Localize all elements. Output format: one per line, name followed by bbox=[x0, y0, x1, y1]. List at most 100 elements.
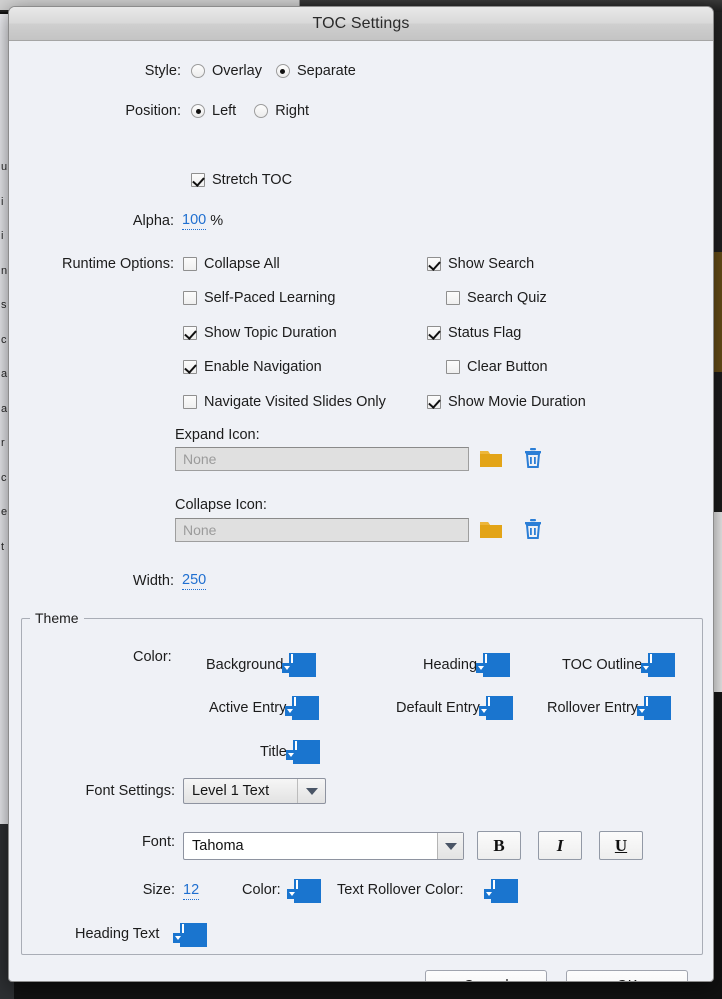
checkbox-label: Collapse All bbox=[204, 256, 280, 272]
color-swatch-heading-text[interactable] bbox=[173, 923, 207, 947]
collapse-icon-field[interactable]: None bbox=[175, 518, 469, 542]
checkbox-clear-button[interactable]: Clear Button bbox=[446, 359, 548, 375]
ok-button-label: OK bbox=[617, 978, 638, 981]
cancel-button[interactable]: Cancel bbox=[425, 970, 547, 981]
bold-button[interactable]: B bbox=[477, 831, 521, 860]
radio-position-left[interactable]: Left bbox=[191, 103, 236, 119]
width-row: Width: 250 bbox=[9, 572, 713, 590]
chevron-down-icon bbox=[437, 833, 463, 859]
chevron-down-icon bbox=[484, 889, 495, 899]
dialog-titlebar[interactable]: TOC Settings bbox=[9, 7, 713, 41]
swatch-label: Title bbox=[260, 744, 287, 760]
width-value[interactable]: 250 bbox=[182, 572, 207, 590]
swatch-inner bbox=[282, 654, 294, 673]
toc-settings-dialog: TOC Settings Style: Overlay Separate Pos… bbox=[8, 6, 714, 982]
style-label: Style: bbox=[144, 63, 181, 79]
underline-button[interactable]: U bbox=[599, 831, 643, 860]
folder-icon[interactable] bbox=[479, 448, 503, 470]
font-select[interactable]: Tahoma bbox=[183, 832, 464, 860]
text-rollover-color-label: Text Rollover Color: bbox=[337, 882, 464, 898]
font-settings-select[interactable]: Level 1 Text bbox=[183, 778, 326, 804]
swatch-label: Active Entry bbox=[209, 700, 287, 716]
swatch-inner bbox=[641, 654, 653, 673]
checkbox-label: Self-Paced Learning bbox=[204, 290, 336, 306]
radio-indicator bbox=[191, 64, 205, 78]
radio-style-overlay[interactable]: Overlay bbox=[191, 63, 262, 79]
color-swatch-background[interactable] bbox=[282, 653, 317, 677]
font-settings-label: Font Settings: bbox=[85, 783, 175, 799]
checkbox-indicator bbox=[427, 257, 441, 271]
checkbox-label: Enable Navigation bbox=[204, 359, 322, 375]
chevron-down-icon bbox=[285, 750, 297, 760]
radio-indicator bbox=[254, 104, 269, 118]
color-swatch-text-color[interactable] bbox=[287, 879, 321, 903]
checkbox-show-topic-duration[interactable]: Show Topic Duration bbox=[183, 325, 337, 341]
color-swatch-title[interactable] bbox=[285, 740, 320, 764]
checkbox-indicator bbox=[427, 326, 441, 340]
expand-icon-field[interactable]: None bbox=[175, 447, 469, 471]
checkbox-stretch-toc[interactable]: Stretch TOC bbox=[191, 172, 292, 188]
trash-icon[interactable] bbox=[523, 447, 543, 469]
checkbox-collapse-all[interactable]: Collapse All bbox=[183, 256, 280, 272]
alpha-value[interactable]: 100 bbox=[182, 212, 207, 230]
swatch-label: Rollover Entry bbox=[547, 700, 639, 716]
swatch-inner bbox=[637, 697, 649, 716]
position-label: Position: bbox=[125, 103, 181, 119]
color-swatch-rollover-entry[interactable] bbox=[637, 696, 672, 720]
radio-style-separate[interactable]: Separate bbox=[275, 63, 356, 79]
radio-label: Left bbox=[212, 103, 237, 119]
color-swatch-text-rollover[interactable] bbox=[484, 879, 518, 903]
collapse-icon-label: Collapse Icon: bbox=[175, 497, 267, 513]
size-value[interactable]: 12 bbox=[183, 882, 200, 900]
color-swatch-active-entry[interactable] bbox=[285, 696, 320, 720]
chevron-down-icon bbox=[476, 663, 488, 673]
swatch-group-toc-outline: TOC Outline bbox=[562, 653, 676, 677]
italic-button[interactable]: I bbox=[538, 831, 582, 860]
checkbox-show-movie-duration[interactable]: Show Movie Duration bbox=[427, 394, 586, 410]
swatch-group-title: Title bbox=[260, 740, 320, 764]
bold-button-label: B bbox=[493, 835, 505, 855]
checkbox-status-flag[interactable]: Status Flag bbox=[427, 325, 521, 341]
radio-position-right[interactable]: Right bbox=[254, 103, 309, 119]
checkbox-label: Stretch TOC bbox=[212, 172, 293, 188]
chevron-down-icon bbox=[297, 779, 325, 803]
checkbox-indicator bbox=[183, 257, 197, 271]
color-swatch-heading[interactable] bbox=[476, 653, 511, 677]
swatch-inner bbox=[484, 880, 495, 899]
checkbox-show-search[interactable]: Show Search bbox=[427, 256, 534, 272]
radio-indicator bbox=[191, 104, 205, 118]
radio-label: Overlay bbox=[212, 63, 262, 79]
dialog-title: TOC Settings bbox=[312, 14, 410, 32]
text-color-label: Color: bbox=[242, 882, 281, 898]
trash-icon[interactable] bbox=[523, 518, 543, 540]
color-swatch-default-entry[interactable] bbox=[478, 696, 513, 720]
chevron-down-icon bbox=[285, 706, 297, 716]
alpha-label: Alpha: bbox=[132, 213, 174, 229]
swatch-label: Default Entry bbox=[396, 700, 480, 716]
checkbox-indicator bbox=[183, 326, 197, 340]
checkbox-self-paced-learning[interactable]: Self-Paced Learning bbox=[183, 290, 335, 306]
checkbox-indicator bbox=[427, 395, 441, 409]
underline-button-label: U bbox=[614, 835, 628, 855]
swatch-inner bbox=[478, 697, 490, 716]
chevron-down-icon bbox=[641, 663, 653, 673]
theme-group-title: Theme bbox=[30, 610, 84, 626]
swatch-group-heading: Heading bbox=[423, 653, 511, 677]
chevron-down-icon bbox=[173, 933, 184, 943]
font-value: Tahoma bbox=[192, 838, 244, 854]
color-swatch-toc-outline[interactable] bbox=[641, 653, 676, 677]
cancel-button-label: Cancel bbox=[463, 978, 508, 981]
chevron-down-icon bbox=[478, 706, 490, 716]
checkbox-navigate-visited-slides-only[interactable]: Navigate Visited Slides Only bbox=[183, 394, 386, 410]
checkbox-indicator bbox=[446, 360, 460, 374]
swatch-label: TOC Outline bbox=[562, 657, 643, 673]
swatch-group-active-entry: Active Entry bbox=[209, 696, 320, 720]
heading-text-label: Heading Text bbox=[75, 926, 160, 942]
ok-button[interactable]: OK bbox=[566, 970, 688, 981]
swatch-group-background: Background bbox=[206, 653, 317, 677]
swatch-label: Heading bbox=[423, 657, 478, 673]
checkbox-enable-navigation[interactable]: Enable Navigation bbox=[183, 359, 322, 375]
checkbox-search-quiz[interactable]: Search Quiz bbox=[446, 290, 547, 306]
swatch-inner bbox=[173, 924, 184, 943]
folder-icon[interactable] bbox=[479, 519, 503, 541]
